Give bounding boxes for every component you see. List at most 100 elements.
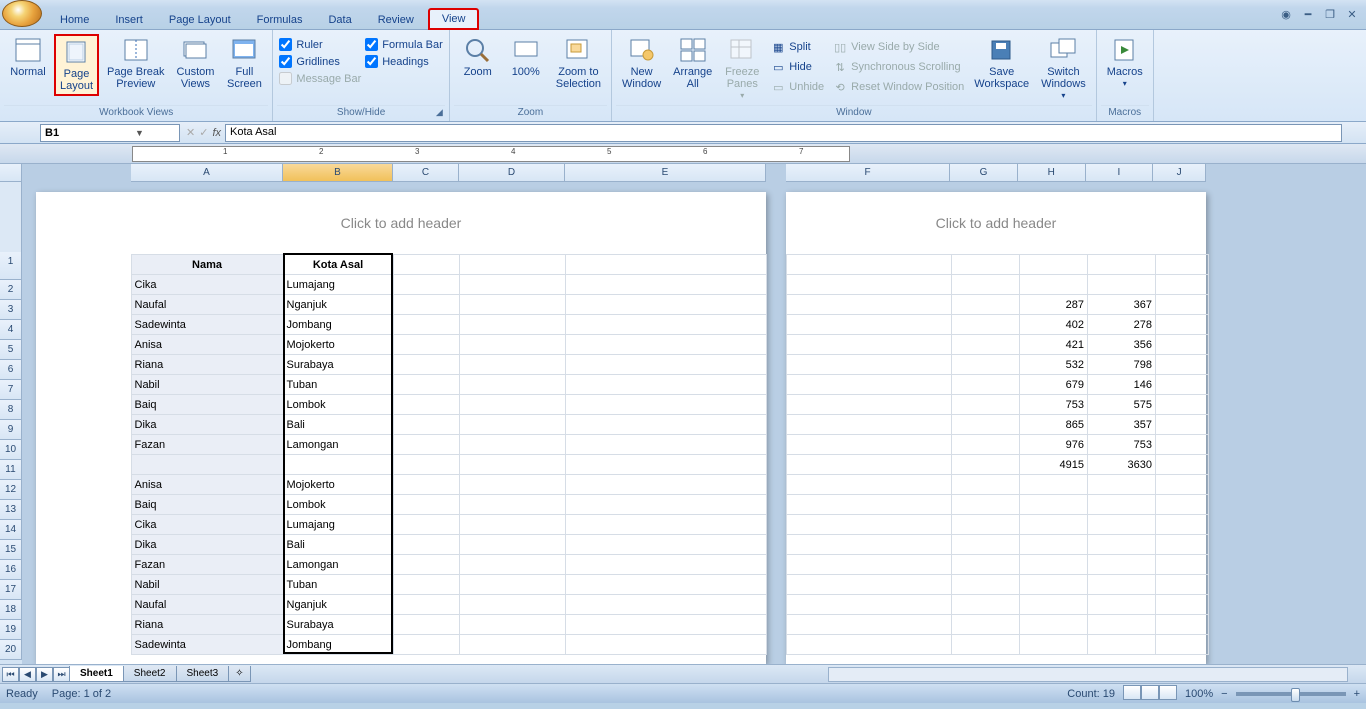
cell[interactable] [1020,275,1088,295]
cell[interactable] [952,275,1020,295]
enter-formula-icon[interactable]: ✓ [199,126,208,139]
cell[interactable]: Dika [131,535,283,555]
cell[interactable] [787,335,952,355]
cell[interactable]: Sadewinta [131,635,283,655]
close-icon[interactable]: ✕ [1344,8,1360,21]
cell[interactable] [459,595,565,615]
row-header[interactable]: 8 [0,400,22,420]
cell[interactable]: Nama [131,255,283,275]
cell[interactable]: Lombok [283,495,393,515]
cell[interactable] [393,335,459,355]
cell[interactable] [787,355,952,375]
cell[interactable] [565,295,766,315]
cell[interactable] [283,455,393,475]
office-button[interactable] [2,0,42,27]
cell[interactable] [952,435,1020,455]
cell[interactable] [1156,515,1209,535]
cell[interactable]: Baiq [131,395,283,415]
cancel-formula-icon[interactable]: ✕ [186,126,195,139]
cell[interactable] [459,315,565,335]
zoom-level[interactable]: 100% [1185,688,1213,700]
custom-views-button[interactable]: Custom Views [173,34,219,92]
cell[interactable] [1088,635,1156,655]
cell[interactable] [1156,335,1209,355]
cell[interactable] [1156,435,1209,455]
cell[interactable]: Riana [131,615,283,635]
cell[interactable] [565,575,766,595]
cell[interactable] [1156,555,1209,575]
row-header[interactable]: 16 [0,560,22,580]
cell[interactable]: Tuban [283,375,393,395]
row-header[interactable]: 20 [0,640,22,660]
cell[interactable] [393,395,459,415]
cell[interactable] [459,455,565,475]
cell[interactable] [1156,495,1209,515]
row-header[interactable]: 12 [0,480,22,500]
cell[interactable] [1156,315,1209,335]
cell[interactable] [393,635,459,655]
cell[interactable] [787,615,952,635]
cell[interactable] [1088,475,1156,495]
cell[interactable] [1088,595,1156,615]
cell[interactable]: 798 [1088,355,1156,375]
col-header[interactable]: D [459,164,565,182]
cell[interactable] [787,555,952,575]
row-header[interactable]: 4 [0,320,22,340]
cell[interactable] [393,415,459,435]
save-workspace-button[interactable]: Save Workspace [970,34,1033,92]
cell[interactable] [1020,555,1088,575]
cell[interactable] [459,535,565,555]
cell[interactable] [952,415,1020,435]
cell[interactable]: Bali [283,415,393,435]
cell[interactable] [1088,255,1156,275]
col-header[interactable]: J [1153,164,1206,182]
cell[interactable] [1088,515,1156,535]
cell[interactable] [1088,495,1156,515]
cell[interactable]: Jombang [283,635,393,655]
cell[interactable] [565,315,766,335]
cell[interactable]: Dika [131,415,283,435]
cell[interactable] [565,635,766,655]
cell[interactable] [565,595,766,615]
cell[interactable] [565,395,766,415]
cell[interactable]: Riana [131,355,283,375]
formula-bar[interactable]: Kota Asal [225,124,1342,142]
fx-icon[interactable]: fx [212,127,221,139]
cell[interactable] [1156,355,1209,375]
cell[interactable] [787,375,952,395]
cell[interactable] [393,435,459,455]
sheet-tab-2[interactable]: Sheet2 [123,666,177,682]
page-layout-view-button[interactable]: Page Layout [54,34,99,96]
cell[interactable] [1156,615,1209,635]
cell[interactable] [565,415,766,435]
row-header[interactable]: 9 [0,420,22,440]
tab-review[interactable]: Review [366,11,426,29]
row-header[interactable]: 19 [0,620,22,640]
col-header[interactable]: H [1018,164,1086,182]
cell[interactable]: 679 [1020,375,1088,395]
cell[interactable]: 865 [1020,415,1088,435]
cell[interactable]: 753 [1020,395,1088,415]
cell[interactable] [1156,455,1209,475]
zoom-to-selection-button[interactable]: Zoom to Selection [552,34,605,92]
cell[interactable] [1020,475,1088,495]
cell[interactable] [565,515,766,535]
cell[interactable] [565,535,766,555]
cell[interactable] [952,315,1020,335]
cell[interactable] [393,275,459,295]
tab-home[interactable]: Home [48,11,101,29]
cell[interactable]: 402 [1020,315,1088,335]
new-sheet-icon[interactable]: ✧ [228,666,250,682]
cell[interactable] [952,515,1020,535]
cell[interactable] [459,615,565,635]
cell[interactable] [1088,275,1156,295]
cell[interactable]: Fazan [131,435,283,455]
cell[interactable] [1088,535,1156,555]
cell[interactable] [952,475,1020,495]
view-buttons[interactable] [1123,685,1177,703]
cell[interactable] [952,255,1020,275]
cell[interactable] [393,455,459,475]
cell[interactable] [1088,555,1156,575]
cell[interactable] [787,435,952,455]
col-header[interactable]: G [950,164,1018,182]
